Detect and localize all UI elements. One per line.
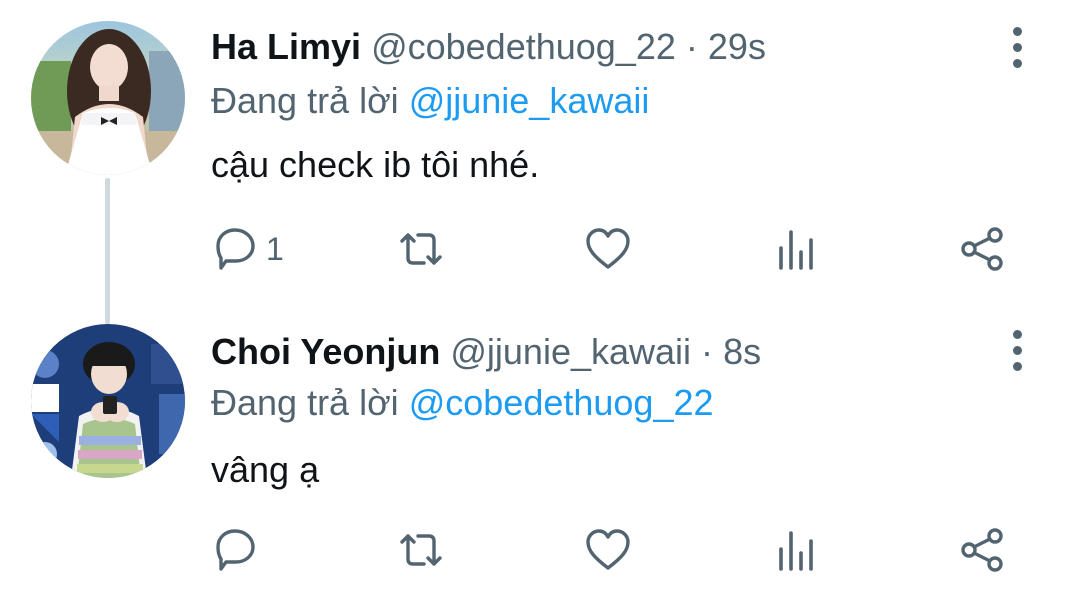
user-handle[interactable]: @jjunie_kawaii: [450, 331, 691, 372]
tweet-header: Ha Limyi @cobedethuog_22 · 29s: [211, 25, 766, 69]
reply-count: 1: [266, 230, 284, 267]
more-options-icon[interactable]: [1000, 326, 1034, 374]
avatar[interactable]: [31, 324, 185, 478]
views-button[interactable]: [772, 522, 822, 578]
tweet-header: Choi Yeonjun @jjunie_kawaii · 8s: [211, 330, 761, 374]
reply-icon: [216, 529, 255, 571]
replying-to-label: Đang trả lời: [211, 80, 399, 121]
separator-dot: ·: [701, 331, 714, 372]
reply-button[interactable]: 1: [210, 221, 284, 277]
reply-button[interactable]: [210, 522, 266, 578]
like-icon: [586, 529, 630, 570]
timestamp[interactable]: 8s: [723, 331, 761, 372]
display-name[interactable]: Ha Limyi: [211, 26, 361, 67]
reply-icon: [216, 228, 255, 270]
like-button[interactable]: [583, 522, 633, 578]
user-handle[interactable]: @cobedethuog_22: [371, 26, 676, 67]
tweet[interactable]: Choi Yeonjun @jjunie_kawaii · 8s Đang tr…: [0, 300, 1080, 594]
replying-to-label: Đang trả lời: [211, 382, 399, 423]
views-icon: [779, 230, 813, 270]
retweet-icon: [400, 534, 442, 566]
like-icon: [586, 228, 630, 269]
display-name[interactable]: Choi Yeonjun: [211, 331, 440, 372]
avatar[interactable]: [31, 21, 185, 175]
action-bar: [0, 522, 1080, 578]
retweet-icon: [400, 233, 442, 265]
separator-dot: ·: [685, 26, 698, 67]
views-button[interactable]: [772, 221, 822, 277]
avatar-photo: [31, 324, 185, 478]
timestamp[interactable]: 29s: [708, 26, 766, 67]
share-icon: [961, 528, 1003, 572]
tweet-text: vâng ạ: [211, 449, 320, 490]
share-icon: [961, 227, 1003, 271]
share-button[interactable]: [958, 522, 1008, 578]
replying-to: Đang trả lời @cobedethuog_22: [211, 381, 714, 425]
replying-to-mention[interactable]: @jjunie_kawaii: [409, 80, 650, 121]
retweet-button[interactable]: [396, 522, 446, 578]
replying-to-mention[interactable]: @cobedethuog_22: [409, 382, 714, 423]
action-bar: 1: [0, 221, 1080, 277]
share-button[interactable]: [958, 221, 1008, 277]
retweet-button[interactable]: [396, 221, 446, 277]
views-icon: [779, 531, 813, 571]
avatar-photo: [31, 21, 185, 175]
replying-to: Đang trả lời @jjunie_kawaii: [211, 79, 649, 123]
like-button[interactable]: [583, 221, 633, 277]
more-options-icon[interactable]: [1000, 23, 1034, 71]
tweet[interactable]: Ha Limyi @cobedethuog_22 · 29s Đang trả …: [0, 0, 1080, 300]
tweet-text: cậu check ib tôi nhé.: [211, 144, 540, 185]
